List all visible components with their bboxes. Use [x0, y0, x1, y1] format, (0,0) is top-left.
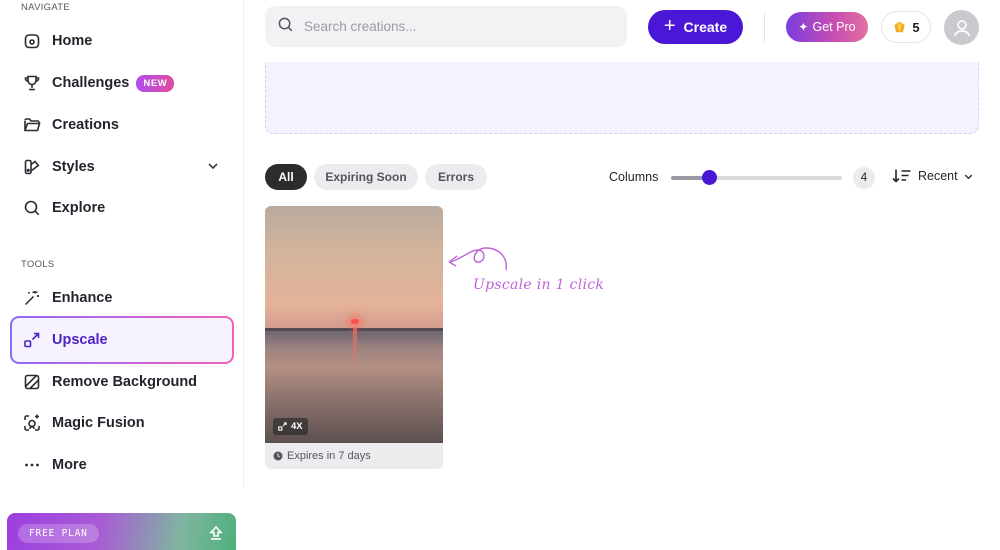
sparkle-icon: ✦	[798, 20, 809, 34]
columns-label: Columns	[609, 170, 659, 184]
gem-icon	[894, 20, 906, 32]
columns-slider[interactable]	[671, 170, 842, 185]
sidebar-item-label: Styles	[52, 159, 95, 175]
sidebar-item-label: Explore	[52, 200, 106, 216]
trophy-icon	[22, 73, 42, 93]
navigate-section-label: NAVIGATE	[21, 2, 71, 13]
upscale-icon	[278, 422, 287, 431]
photo-reflection	[353, 327, 357, 372]
credits-count: 5	[912, 19, 920, 35]
upload-dropzone[interactable]	[265, 62, 979, 134]
sidebar-item-label: Upscale	[52, 332, 108, 348]
columns-count: 4	[853, 167, 875, 189]
search-input[interactable]	[304, 19, 604, 34]
home-icon	[22, 31, 42, 51]
tools-section-label: TOOLS	[21, 259, 55, 270]
expires-status: Expires in 7 days	[273, 450, 371, 462]
sidebar-item-label: Magic Fusion	[52, 415, 145, 431]
magic-wand-icon	[22, 288, 42, 308]
folder-icon	[22, 115, 42, 135]
filter-chip-expiring-soon[interactable]: Expiring Soon	[314, 164, 418, 190]
sidebar-item-home[interactable]: Home	[10, 20, 234, 62]
avatar[interactable]	[944, 10, 979, 45]
remove-bg-icon	[22, 372, 42, 392]
create-button-label: Create	[683, 19, 728, 35]
upscale-badge: 4X	[273, 418, 308, 435]
palette-icon	[22, 157, 42, 177]
sidebar-item-creations[interactable]: Creations	[10, 104, 234, 146]
hint-arrow-icon	[448, 247, 507, 271]
creation-card[interactable]: 4X Expires in 7 days	[265, 206, 443, 469]
more-icon	[22, 455, 42, 475]
sidebar-item-label: Challenges	[52, 75, 130, 91]
sort-label: Recent	[918, 169, 958, 183]
sidebar-item-remove-background[interactable]: Remove Background	[10, 361, 234, 403]
photo-sun	[351, 319, 359, 324]
magic-fusion-icon	[22, 413, 42, 433]
upgrade-arrow-icon[interactable]	[208, 525, 224, 546]
upscale-badge-label: 4X	[291, 421, 303, 432]
sidebar-item-explore[interactable]: Explore	[10, 187, 234, 229]
expires-text: Expires in 7 days	[287, 450, 371, 462]
sidebar-item-label: Remove Background	[52, 374, 198, 390]
columns-slider-knob[interactable]	[701, 170, 717, 185]
plan-card[interactable]: FREE PLAN	[7, 513, 236, 550]
search-icon	[22, 198, 42, 218]
sunset-photo: 4X	[265, 206, 443, 443]
sidebar-item-styles[interactable]: Styles	[10, 146, 234, 188]
chevron-down-icon	[964, 174, 972, 179]
sidebar-item-label: Creations	[52, 117, 119, 133]
app-root: NAVIGATE Home Challenges NEW Creations S…	[0, 0, 1000, 550]
create-button[interactable]: + Create	[648, 10, 743, 44]
sidebar-item-magic-fusion[interactable]: Magic Fusion	[10, 402, 234, 444]
sort-icon	[892, 169, 911, 183]
user-icon	[953, 19, 970, 36]
filter-chip-errors[interactable]: Errors	[425, 164, 487, 190]
sidebar-item-label: More	[52, 457, 87, 473]
sidebar-item-challenges[interactable]: Challenges NEW	[10, 62, 234, 104]
search-bar[interactable]	[265, 6, 627, 47]
plus-icon: +	[663, 14, 676, 37]
sidebar-item-enhance[interactable]: Enhance	[10, 277, 234, 319]
chevron-down-icon[interactable]	[206, 159, 220, 178]
filter-chip-all[interactable]: All	[265, 164, 307, 190]
sidebar: NAVIGATE Home Challenges NEW Creations S…	[0, 0, 244, 488]
clock-icon	[273, 451, 283, 461]
search-icon	[277, 16, 294, 38]
upscale-icon	[22, 330, 42, 350]
sort-dropdown[interactable]: Recent	[892, 168, 974, 184]
sidebar-item-label: Enhance	[52, 290, 113, 306]
sidebar-item-more[interactable]: More	[10, 444, 234, 486]
free-plan-label: FREE PLAN	[18, 524, 99, 543]
get-pro-label: Get Pro	[812, 20, 856, 34]
credits-button[interactable]: 5	[881, 11, 931, 43]
new-badge: NEW	[136, 74, 175, 92]
upscale-hint: Upscale in 1 click	[473, 277, 605, 293]
header-divider	[764, 12, 765, 42]
sidebar-item-upscale[interactable]: Upscale	[10, 316, 234, 364]
get-pro-button[interactable]: ✦ Get Pro	[786, 12, 868, 42]
sidebar-item-label: Home	[52, 33, 93, 49]
